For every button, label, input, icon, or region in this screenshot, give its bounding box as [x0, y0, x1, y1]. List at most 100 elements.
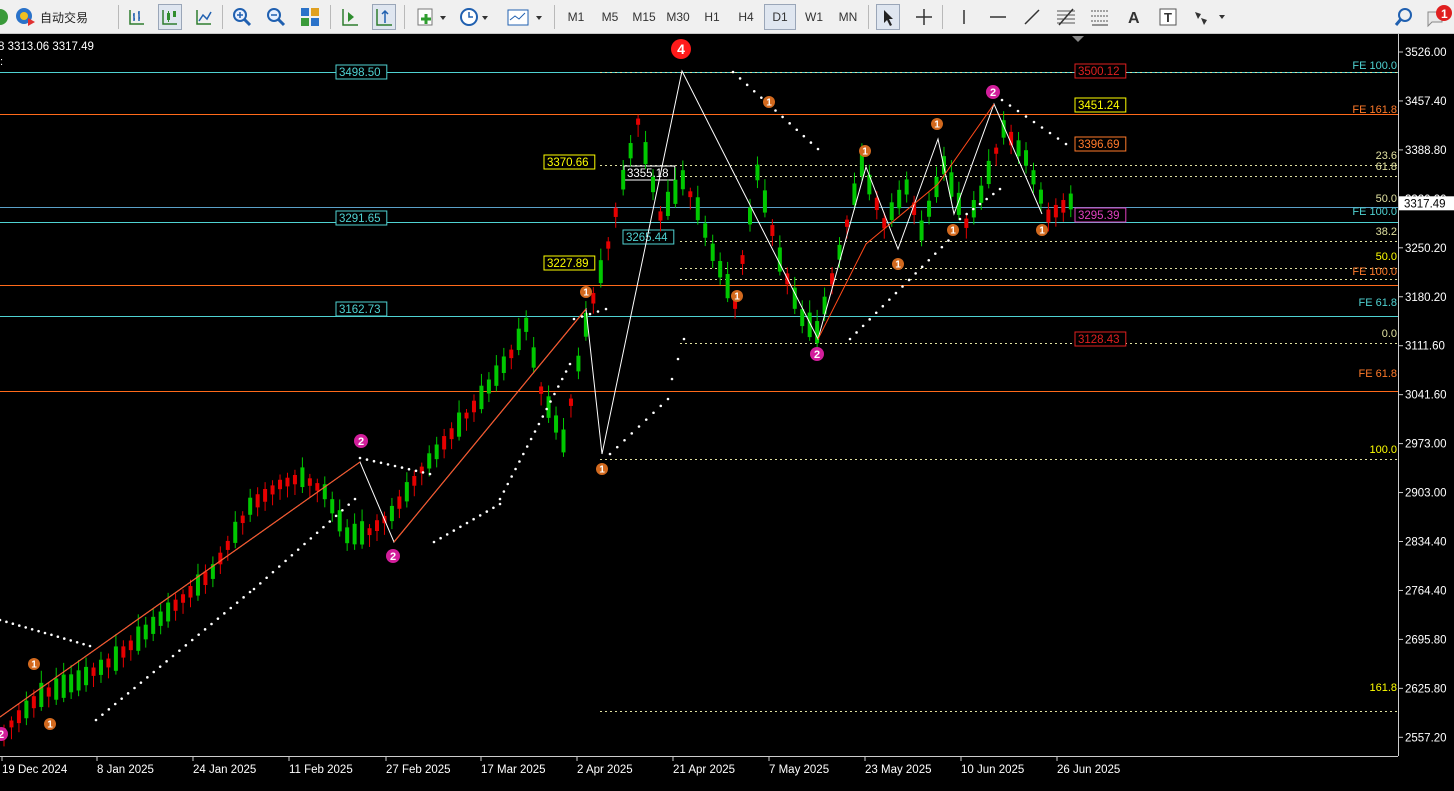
wave-1-marker-label: 1	[766, 98, 772, 109]
autotrade-button[interactable]: 自动交易	[14, 4, 110, 30]
search-icon[interactable]	[1392, 4, 1416, 30]
candle-bear	[509, 349, 514, 359]
timeframe-d1[interactable]: D1	[764, 4, 796, 30]
autoscroll-icon[interactable]	[338, 4, 362, 30]
timeframe-h1[interactable]: H1	[696, 4, 728, 30]
candle-bear	[263, 488, 268, 502]
sar-dot	[745, 83, 749, 87]
time-axis-label: 7 May 2025	[769, 764, 829, 776]
candle-bull	[337, 510, 342, 532]
candle-bull	[248, 497, 253, 515]
indicators-icon[interactable]	[412, 4, 450, 30]
timeframe-w1[interactable]: W1	[798, 4, 830, 30]
sar-dot	[541, 415, 545, 418]
sar-dot	[760, 96, 763, 99]
sar-dot	[644, 418, 648, 421]
candle-bear	[770, 225, 775, 236]
price-axis-label: 2973.00	[1405, 439, 1447, 451]
sar-dot	[472, 517, 475, 521]
candle-bull	[166, 602, 171, 622]
candle-bull	[904, 179, 909, 195]
sar-dot	[560, 377, 564, 381]
sar-dot	[5, 620, 8, 624]
sar-dot	[315, 531, 319, 535]
price-axis-label: 2695.80	[1405, 634, 1447, 646]
timeframe-m30[interactable]: M30	[662, 4, 694, 30]
sar-dot	[682, 337, 686, 341]
chart-canvas[interactable]: FE 100.0FE 161.823.661.850.0FE 100.038.2…	[0, 34, 1454, 786]
candlesticks-icon[interactable]	[158, 4, 182, 30]
fibonacci-icon[interactable]	[1054, 4, 1078, 30]
sar-dot	[781, 115, 784, 119]
candle-bull	[457, 412, 462, 437]
zoom-in-icon[interactable]	[230, 4, 254, 30]
fib-level-label: FE 100.0	[1352, 206, 1397, 218]
zoom-out-icon[interactable]	[264, 4, 288, 30]
tile-windows-icon[interactable]	[298, 4, 322, 30]
autotrade-icon	[14, 6, 36, 29]
sar-dot	[985, 197, 988, 201]
sar-dot	[432, 540, 436, 544]
templates-icon[interactable]	[504, 4, 546, 30]
timeframe-m1[interactable]: M1	[560, 4, 592, 30]
sar-dot	[30, 627, 34, 631]
sar-dot	[549, 400, 552, 403]
periods-icon[interactable]	[456, 4, 492, 30]
price-axis-label: 2625.80	[1405, 683, 1447, 695]
timeframe-m15[interactable]: M15	[628, 4, 660, 30]
sar-dot	[630, 432, 634, 435]
notification-icon[interactable]: 1	[1424, 4, 1454, 30]
sar-dot	[557, 385, 560, 388]
chart-bars-icon[interactable]	[124, 4, 148, 30]
crosshair-icon[interactable]	[912, 4, 936, 30]
timeframe-m5[interactable]: M5	[594, 4, 626, 30]
sar-dot	[623, 438, 626, 442]
candle-bull	[927, 200, 932, 217]
sar-dot	[465, 521, 469, 525]
sar-dot	[1064, 142, 1068, 146]
timeframe-mn[interactable]: MN	[832, 4, 864, 30]
candle-bear	[292, 475, 297, 485]
vertical-line-icon[interactable]	[952, 4, 976, 30]
candle-bear	[658, 211, 663, 221]
timeframe-h4[interactable]: H4	[730, 4, 762, 30]
candle-bull	[233, 521, 238, 543]
chart-shift-icon[interactable]	[372, 4, 396, 30]
sar-dot	[421, 471, 425, 474]
line-chart-icon[interactable]	[192, 4, 216, 30]
fib-expansion-icon[interactable]	[1088, 4, 1112, 30]
shapes-icon[interactable]	[1190, 4, 1230, 30]
candle-bull	[151, 616, 156, 634]
sar-dot	[848, 337, 852, 341]
price-axis-label: 2557.20	[1405, 732, 1447, 744]
sar-dot	[303, 542, 306, 546]
sar-dot	[358, 456, 362, 460]
text-label-icon[interactable]: T	[1156, 4, 1180, 30]
candle-bear	[128, 640, 133, 651]
sar-dot	[372, 459, 376, 463]
wave-1-marker-label: 1	[734, 292, 740, 303]
sar-dot	[17, 624, 21, 627]
wave-2-marker-label: 2	[390, 551, 396, 563]
sar-dot	[1056, 137, 1060, 140]
candle-bear	[218, 552, 223, 565]
sar-dot	[907, 278, 911, 282]
price-chart[interactable]: FE 100.0 FE 161.8 23.6 61.8 50.0 FE 100.0 38.2…	[0, 34, 1454, 786]
candle-bull	[76, 670, 81, 691]
fib-level-label: FE 161.8	[1352, 104, 1397, 116]
candle-bull	[576, 355, 581, 372]
sar-dot	[184, 644, 188, 647]
price-axis-label: 2764.40	[1405, 585, 1447, 597]
sar-dot	[958, 217, 962, 221]
fib-level-label: 38.2	[1376, 226, 1397, 238]
cursor-icon[interactable]	[876, 4, 900, 30]
price-axis-label: 3180.20	[1405, 292, 1447, 304]
candle-bull	[113, 646, 118, 671]
horizontal-line-icon[interactable]	[986, 4, 1010, 30]
candle-bear	[307, 478, 312, 486]
candle-bear	[31, 696, 36, 709]
sar-dot	[284, 559, 287, 563]
sar-dot	[178, 649, 181, 652]
text-icon[interactable]: A	[1122, 4, 1146, 30]
trendline-icon[interactable]	[1020, 4, 1044, 30]
